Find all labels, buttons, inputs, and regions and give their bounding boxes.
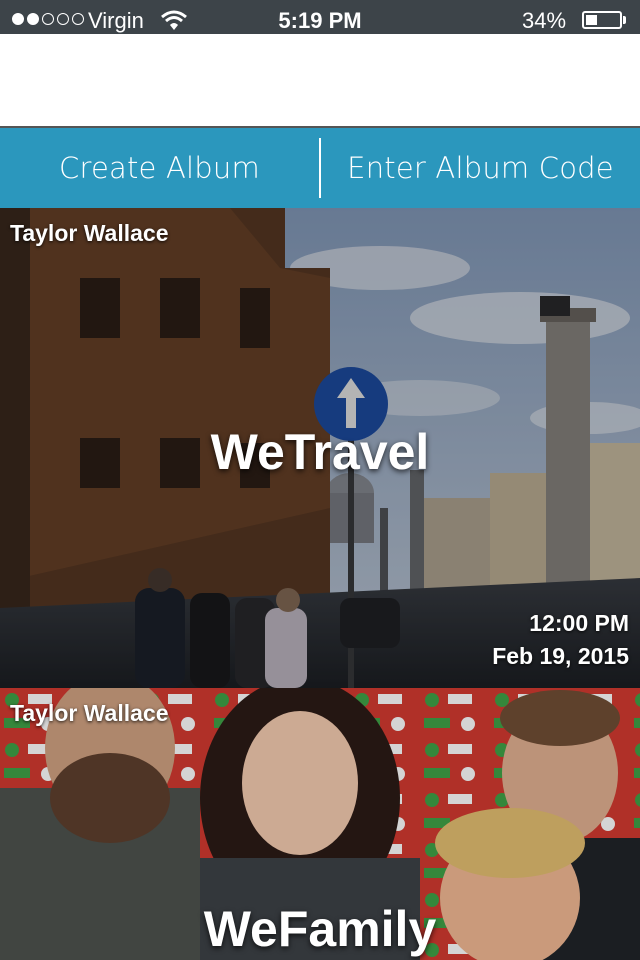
header-area <box>0 34 640 128</box>
album-card-wetravel[interactable]: Taylor Wallace WeTravel 12:00 PM Feb 19,… <box>0 208 640 688</box>
battery-percent: 34% <box>522 8 567 33</box>
create-album-button[interactable]: Create Album <box>0 128 319 208</box>
battery-icon <box>582 11 622 29</box>
album-title: WeTravel <box>210 424 430 480</box>
battery-fill <box>586 15 597 25</box>
enter-album-code-button[interactable]: Enter Album Code <box>321 128 640 208</box>
album-title: WeFamily <box>203 901 437 957</box>
album-owner: Taylor Wallace <box>10 700 169 726</box>
battery-nub <box>623 16 626 24</box>
album-card-wefamily[interactable]: Taylor Wallace WeFamily <box>0 688 640 960</box>
album-owner: Taylor Wallace <box>10 220 169 246</box>
album-date: Feb 19, 2015 <box>492 643 629 669</box>
action-bar: Create Album Enter Album Code <box>0 128 640 208</box>
album-time: 12:00 PM <box>529 610 629 636</box>
